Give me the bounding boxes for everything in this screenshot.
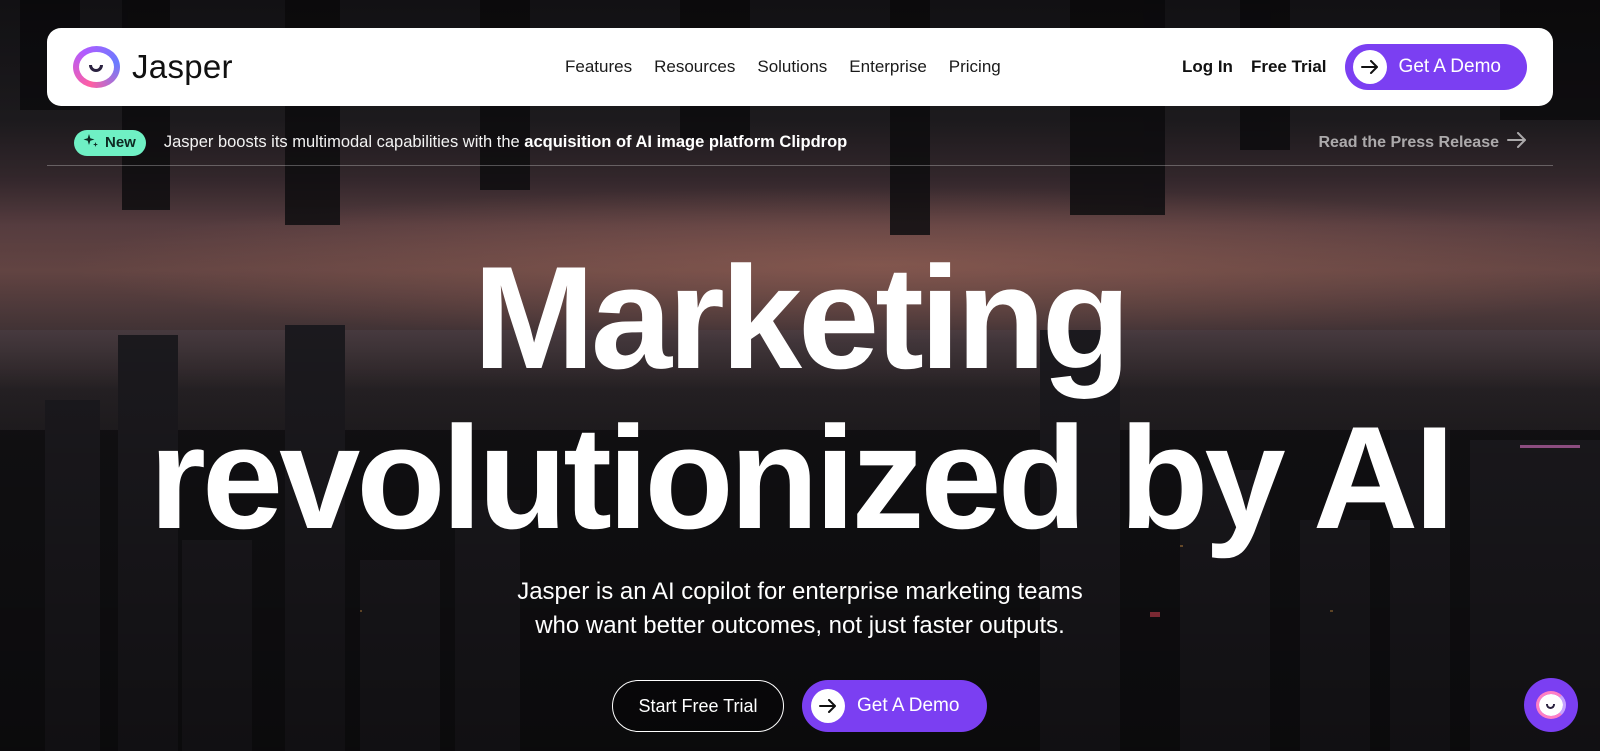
new-badge: New bbox=[74, 129, 146, 156]
hero-subtitle-line-1: Jasper is an AI copilot for enterprise m… bbox=[517, 578, 1083, 605]
arrow-right-icon bbox=[811, 689, 845, 723]
sparkle-icon bbox=[83, 133, 99, 153]
top-navbar: Jasper Features Resources Solutions Ente… bbox=[47, 28, 1553, 106]
announcement-text-plain: Jasper boosts its multimodal capabilitie… bbox=[163, 133, 525, 151]
nav-actions: Log In Free Trial Get A Demo bbox=[1182, 28, 1527, 106]
start-free-trial-button[interactable]: Start Free Trial bbox=[612, 680, 784, 732]
hero-subtitle-line-2: who want better outcomes, not just faste… bbox=[535, 612, 1065, 639]
arrow-right-icon bbox=[1352, 50, 1387, 84]
brand-name: Jasper bbox=[132, 48, 233, 85]
arrow-right-icon bbox=[1507, 132, 1527, 153]
press-release-link[interactable]: Read the Press Release bbox=[1318, 120, 1527, 165]
announcement-text: Jasper boosts its multimodal capabilitie… bbox=[164, 133, 847, 152]
free-trial-link[interactable]: Free Trial bbox=[1251, 57, 1327, 77]
hero-title-line-2: revolutionized by AI bbox=[149, 396, 1455, 559]
nav-link-resources[interactable]: Resources bbox=[654, 57, 735, 77]
nav-link-enterprise[interactable]: Enterprise bbox=[849, 57, 926, 77]
nav-link-solutions[interactable]: Solutions bbox=[757, 57, 827, 77]
nav-link-pricing[interactable]: Pricing bbox=[949, 57, 1001, 77]
main-nav: Features Resources Solutions Enterprise … bbox=[565, 28, 1023, 106]
brand-logo[interactable]: Jasper bbox=[73, 28, 233, 106]
hero-cta-row: Start Free Trial Get A Demo bbox=[612, 680, 988, 732]
nav-link-features[interactable]: Features bbox=[565, 57, 632, 77]
hero-get-demo-label: Get A Demo bbox=[857, 695, 960, 716]
jasper-logo-icon bbox=[73, 46, 120, 88]
get-demo-button[interactable]: Get A Demo bbox=[1344, 44, 1527, 90]
announcement-bar: New Jasper boosts its multimodal capabil… bbox=[47, 120, 1553, 166]
get-demo-label: Get A Demo bbox=[1398, 56, 1501, 77]
new-badge-label: New bbox=[105, 134, 136, 151]
chat-icon bbox=[1536, 691, 1566, 719]
hero-get-demo-button[interactable]: Get A Demo bbox=[802, 680, 988, 732]
announcement-text-bold[interactable]: acquisition of AI image platform Clipdro… bbox=[524, 133, 847, 151]
hero-subtitle: Jasper is an AI copilot for enterprise m… bbox=[0, 575, 1600, 643]
hero-title-line-1: Marketing bbox=[473, 236, 1131, 399]
chat-widget-button[interactable] bbox=[1524, 678, 1578, 732]
press-release-label: Read the Press Release bbox=[1318, 133, 1499, 151]
login-link[interactable]: Log In bbox=[1182, 57, 1233, 77]
